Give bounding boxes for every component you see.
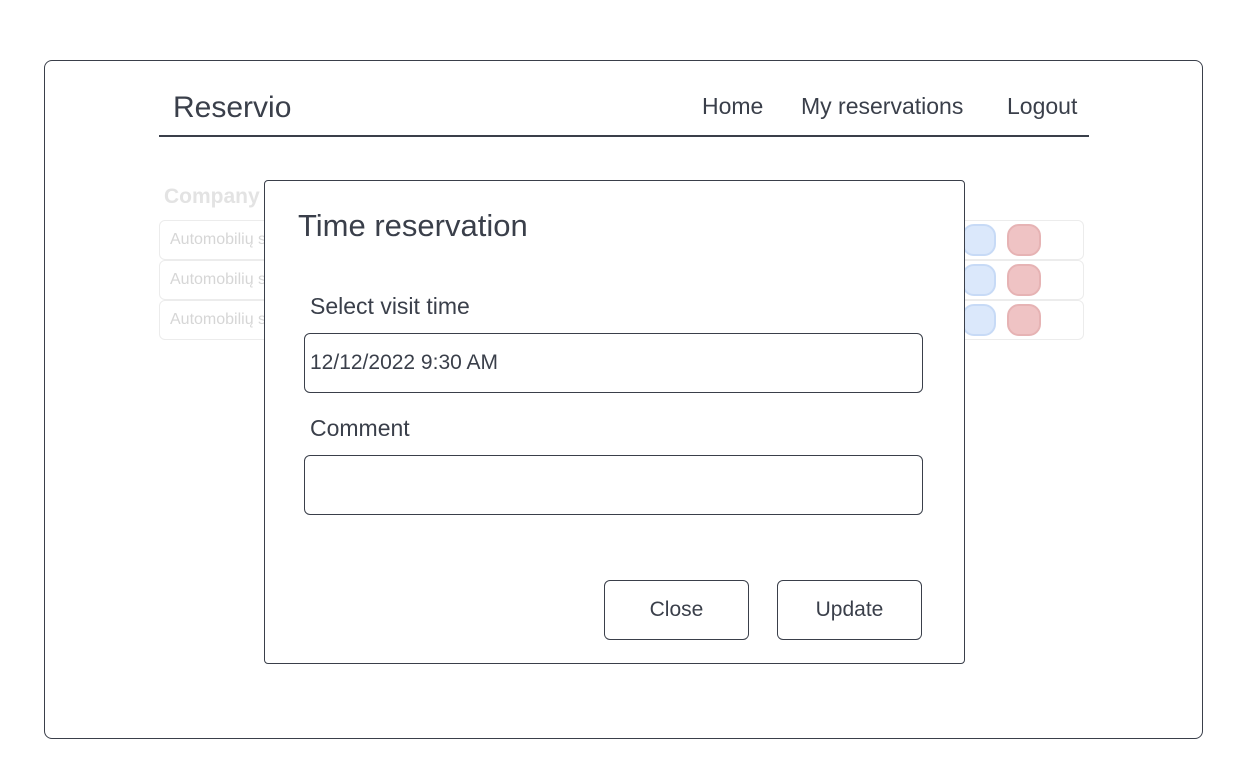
update-button[interactable]: Update	[777, 580, 922, 640]
comment-label: Comment	[310, 415, 410, 441]
comment-input[interactable]	[304, 455, 923, 515]
close-button[interactable]: Close	[604, 580, 749, 640]
visit-time-label: Select visit time	[310, 293, 470, 319]
edit-button	[962, 304, 996, 336]
table-cell-company: Automobilių s	[170, 271, 267, 288]
header-divider	[159, 135, 1089, 137]
delete-button	[1007, 264, 1041, 296]
nav-my-reservations-link[interactable]: My reservations	[801, 92, 963, 120]
edit-button	[962, 224, 996, 256]
delete-button	[1007, 224, 1041, 256]
visit-time-input[interactable]	[304, 333, 923, 393]
table-cell-company: Automobilių s	[170, 311, 267, 328]
brand-logo: Reservio	[173, 91, 292, 124]
time-reservation-dialog: Time reservation Select visit time Comme…	[264, 180, 965, 664]
nav-home-link[interactable]: Home	[702, 92, 763, 120]
edit-button	[962, 264, 996, 296]
delete-button	[1007, 304, 1041, 336]
table-header-company: Company	[164, 185, 260, 208]
dialog-title: Time reservation	[298, 208, 528, 243]
nav-logout-link[interactable]: Logout	[1007, 92, 1077, 120]
table-cell-company: Automobilių s	[170, 231, 267, 248]
